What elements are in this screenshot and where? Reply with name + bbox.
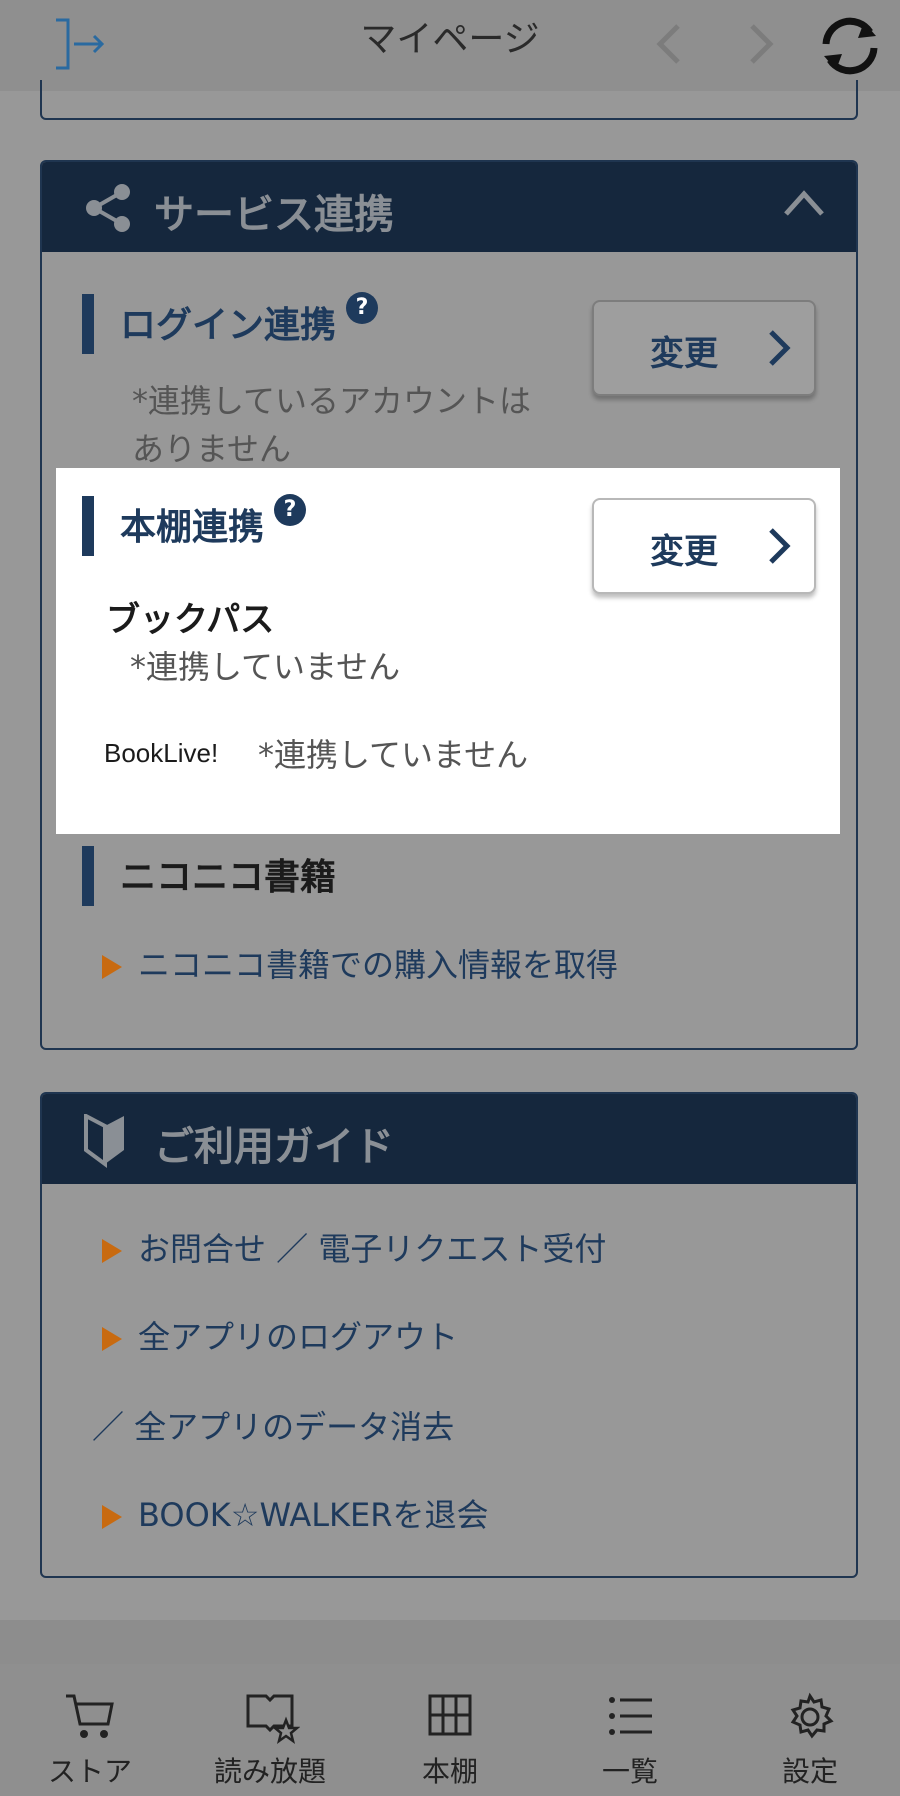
chevron-up-icon[interactable] xyxy=(782,188,826,222)
bookpass-title: ブックパス xyxy=(106,600,275,640)
guide-link-logout-all[interactable]: 全アプリのログアウト xyxy=(102,1312,458,1358)
booklive-status: *連携していません xyxy=(258,736,529,774)
shelf-link-section: 本棚連携? 変更 ブックパス *連携していません BookLive! *連携して… xyxy=(56,468,840,834)
list-icon xyxy=(609,1697,652,1735)
nav-label: 一覧 xyxy=(601,1755,658,1788)
guide-link-erase-data[interactable]: ／ 全アプリのデータ消去 xyxy=(92,1402,454,1448)
guide-link-withdraw[interactable]: BOOK☆WALKERを退会 xyxy=(102,1490,489,1536)
nav-bookshelf[interactable]: 本棚 xyxy=(360,1664,540,1796)
play-arrow-icon xyxy=(102,955,122,979)
chevron-right-icon xyxy=(766,328,792,377)
login-link-note-1: *連携しているアカウントは xyxy=(132,382,532,420)
change-label: 変更 xyxy=(650,334,718,374)
bottom-separator xyxy=(0,1620,900,1664)
back-arrow-icon[interactable] xyxy=(640,14,700,74)
niconico-purchase-link[interactable]: ニコニコ書籍での購入情報を取得 xyxy=(102,940,618,986)
help-icon[interactable]: ? xyxy=(346,292,379,324)
nav-unlimited[interactable]: 読み放題 xyxy=(180,1664,360,1796)
niconico-title: ニコニコ書籍 xyxy=(82,846,336,906)
login-link-title: ログイン連携? xyxy=(82,292,379,354)
top-bar: マイページ xyxy=(0,0,900,91)
gear-icon xyxy=(790,1692,834,1739)
nav-label: ストア xyxy=(47,1755,132,1788)
change-label: 変更 xyxy=(650,532,718,572)
guide-card: ご利用ガイド お問合せ ／ 電子リクエスト受付 全アプリのログアウト ／ 全アプ… xyxy=(40,1092,858,1578)
play-arrow-icon xyxy=(102,1327,122,1351)
nav-label: 設定 xyxy=(781,1755,838,1788)
service-link-header[interactable]: サービス連携 xyxy=(42,162,856,252)
guide-link-label: BOOK☆WALKERを退会 xyxy=(138,1496,489,1534)
shelf-link-label: 本棚連携 xyxy=(120,507,265,548)
guide-link-label: 全アプリのログアウト xyxy=(138,1318,459,1356)
shelf-link-title: 本棚連携? xyxy=(82,494,307,556)
previous-card-bottom xyxy=(40,80,858,120)
refresh-icon[interactable] xyxy=(812,14,888,75)
forward-arrow-icon[interactable] xyxy=(730,14,790,74)
login-link-change-button[interactable]: 変更 xyxy=(592,300,816,396)
shelf-link-change-button[interactable]: 変更 xyxy=(592,498,816,594)
guide-link-label: お問合せ ／ 電子リクエスト受付 xyxy=(138,1230,607,1268)
beginner-mark-icon xyxy=(82,1112,128,1172)
play-arrow-icon xyxy=(102,1505,122,1529)
nav-store[interactable]: ストア xyxy=(0,1664,180,1796)
grid-icon xyxy=(428,1694,472,1736)
nav-label: 読み放題 xyxy=(213,1755,326,1788)
niconico-link-label: ニコニコ書籍での購入情報を取得 xyxy=(138,946,619,984)
help-icon[interactable]: ? xyxy=(274,494,307,526)
login-link-note-2: ありません xyxy=(132,430,292,468)
chevron-right-icon xyxy=(766,526,792,575)
cart-icon xyxy=(66,1694,114,1738)
booklive-logo: BookLive! xyxy=(104,738,219,768)
guide-header: ご利用ガイド xyxy=(42,1094,856,1184)
share-icon xyxy=(82,182,134,238)
book-star-icon xyxy=(246,1694,300,1744)
nav-settings[interactable]: 設定 xyxy=(720,1664,900,1796)
bookpass-status: *連携していません xyxy=(130,648,401,686)
nav-list[interactable]: 一覧 xyxy=(540,1664,720,1796)
guide-link-contact[interactable]: お問合せ ／ 電子リクエスト受付 xyxy=(102,1224,606,1270)
bottom-nav: ストア 読み放題 本棚 一覧 設定 xyxy=(0,1664,900,1796)
login-link-label: ログイン連携 xyxy=(120,305,337,346)
guide-title: ご利用ガイド xyxy=(154,1124,394,1170)
service-link-title: サービス連携 xyxy=(154,192,394,238)
nav-label: 本棚 xyxy=(421,1755,478,1788)
play-arrow-icon xyxy=(102,1239,122,1263)
